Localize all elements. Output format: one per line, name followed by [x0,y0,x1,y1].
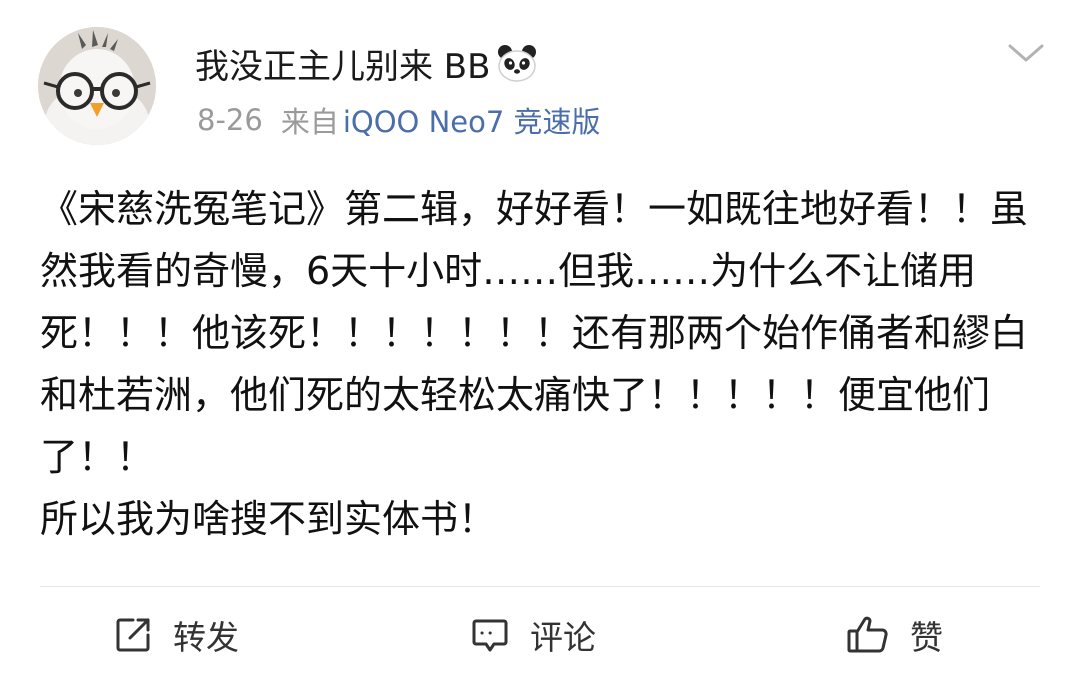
username[interactable]: 我没正主儿别来 BB [195,39,490,88]
share-icon [116,618,150,652]
weibo-post-card: 我没正主儿别来 BB 8-26 来自 iQOO Neo7 竞速版 《宋慈洗冤笔记… [0,0,1080,695]
repost-button[interactable]: 转发 [113,602,239,668]
panda-emoji-icon [496,42,538,84]
like-button[interactable]: 赞 [846,602,943,668]
username-row[interactable]: 我没正主儿别来 BB [195,38,538,88]
post-source-device[interactable]: iQOO Neo7 竞速版 [343,99,601,141]
post-content[interactable]: 《宋慈洗冤笔记》第二辑，好好看！一如既往地好看！！虽然我看的奇慢，6天十小时……… [40,178,1040,550]
owl-plush-with-glasses-avatar-icon [38,27,156,145]
post-meta: 8-26 来自 iQOO Neo7 竞速版 [197,98,601,142]
divider [40,586,1040,587]
post-text-paragraph: 所以我为啥搜不到实体书！ [40,497,497,541]
comment-icon [472,619,508,652]
post-text-paragraph: 《宋慈洗冤笔记》第二辑，好好看！一如既往地好看！！虽然我看的奇慢，6天十小时……… [40,187,1029,479]
thumbs-up-icon [847,616,888,653]
action-bar: 转发 评论 赞 [0,602,1080,668]
avatar[interactable] [38,27,156,145]
like-label: 赞 [910,618,943,657]
repost-label: 转发 [173,618,239,657]
chevron-down-icon[interactable] [1002,36,1050,70]
post-time: 8-26 [197,103,263,137]
comment-button[interactable]: 评论 [470,602,596,668]
comment-label: 评论 [530,618,596,657]
post-source-label: 来自 [280,105,339,139]
